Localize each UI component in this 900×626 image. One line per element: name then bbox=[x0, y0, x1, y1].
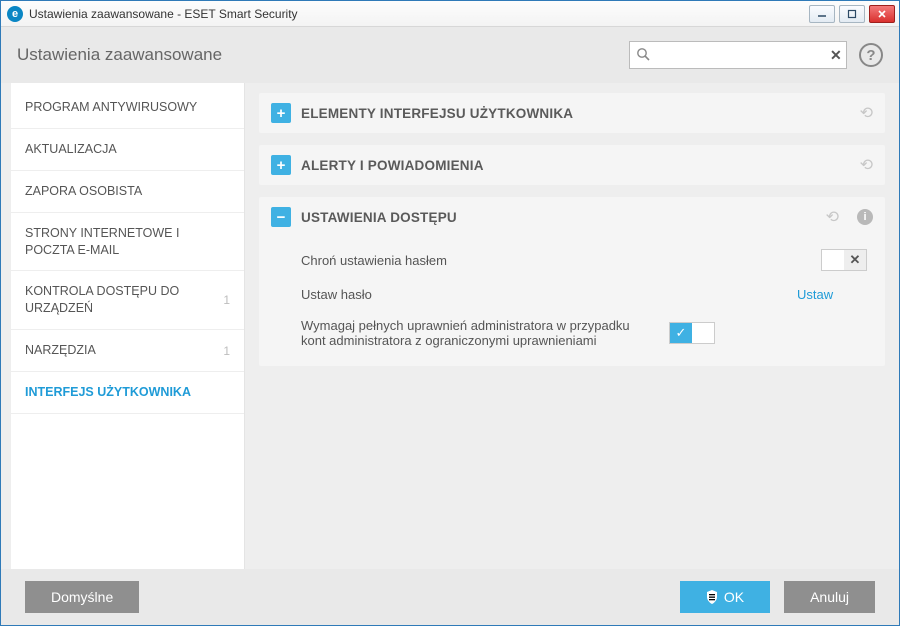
sidebar-item-label: KONTROLA DOSTĘPU DO URZĄDZEŃ bbox=[25, 284, 179, 315]
help-button[interactable]: ? bbox=[859, 43, 883, 67]
search-clear-icon[interactable]: ✕ bbox=[830, 47, 842, 64]
row-require-admin: Wymagaj pełnych uprawnień administratora… bbox=[259, 310, 885, 356]
sidebar-item-badge: 1 bbox=[223, 292, 230, 308]
app-icon: e bbox=[7, 6, 23, 22]
toggle-on-state bbox=[692, 323, 714, 343]
search-box[interactable]: ✕ bbox=[629, 41, 847, 69]
panel-access-body: Chroń ustawienia hasłem ✕ Ustaw hasło Us… bbox=[259, 237, 885, 366]
reset-icon[interactable]: ⟲ bbox=[860, 103, 873, 123]
maximize-icon bbox=[847, 9, 857, 19]
search-input[interactable] bbox=[654, 48, 830, 63]
titlebar: e Ustawienia zaawansowane - ESET Smart S… bbox=[1, 1, 899, 27]
footer: Domyślne OK Anuluj bbox=[1, 569, 899, 625]
cancel-button[interactable]: Anuluj bbox=[784, 581, 875, 613]
collapse-icon: − bbox=[271, 207, 291, 227]
toggle-require-admin[interactable]: ✓ bbox=[669, 322, 715, 344]
sidebar-item-firewall[interactable]: ZAPORA OSOBISTA bbox=[11, 171, 244, 213]
close-icon bbox=[877, 9, 887, 19]
sidebar-item-web-email[interactable]: STRONY INTERNETOWE I POCZTA E-MAIL bbox=[11, 213, 244, 272]
main: + ELEMENTY INTERFEJSU UŻYTKOWNIKA ⟲ + AL… bbox=[245, 83, 899, 569]
shield-icon bbox=[706, 590, 718, 604]
row-label: Ustaw hasło bbox=[301, 287, 783, 302]
sidebar: PROGRAM ANTYWIRUSOWY AKTUALIZACJA ZAPORA… bbox=[11, 83, 245, 569]
toggle-check-icon: ✓ bbox=[670, 323, 692, 343]
expand-icon: + bbox=[271, 155, 291, 175]
row-label: Chroń ustawienia hasłem bbox=[301, 253, 783, 268]
window-buttons bbox=[809, 5, 895, 23]
minimize-icon bbox=[817, 10, 827, 18]
body: PROGRAM ANTYWIRUSOWY AKTUALIZACJA ZAPORA… bbox=[1, 83, 899, 569]
sidebar-item-device-control[interactable]: KONTROLA DOSTĘPU DO URZĄDZEŃ 1 bbox=[11, 271, 244, 330]
close-button[interactable] bbox=[869, 5, 895, 23]
ok-button[interactable]: OK bbox=[680, 581, 770, 613]
maximize-button[interactable] bbox=[839, 5, 865, 23]
panel-title: ALERTY I POWIADOMIENIA bbox=[301, 158, 850, 173]
link-set-password[interactable]: Ustaw bbox=[797, 287, 833, 302]
toggle-protect-password[interactable]: ✕ bbox=[821, 249, 867, 271]
sidebar-item-label: AKTUALIZACJA bbox=[25, 142, 117, 156]
window: e Ustawienia zaawansowane - ESET Smart S… bbox=[0, 0, 900, 626]
sidebar-item-label: ZAPORA OSOBISTA bbox=[25, 184, 142, 198]
sidebar-item-tools[interactable]: NARZĘDZIA 1 bbox=[11, 330, 244, 372]
panel-ui-elements-header[interactable]: + ELEMENTY INTERFEJSU UŻYTKOWNIKA ⟲ bbox=[259, 93, 885, 133]
sidebar-item-label: NARZĘDZIA bbox=[25, 343, 96, 357]
minimize-button[interactable] bbox=[809, 5, 835, 23]
sidebar-item-update[interactable]: AKTUALIZACJA bbox=[11, 129, 244, 171]
row-label: Wymagaj pełnych uprawnień administratora… bbox=[301, 318, 631, 348]
search-icon bbox=[636, 47, 650, 64]
default-button-label: Domyślne bbox=[51, 589, 113, 605]
sidebar-item-antivirus[interactable]: PROGRAM ANTYWIRUSOWY bbox=[11, 87, 244, 129]
panel-access-header[interactable]: − USTAWIENIA DOSTĘPU ⟲ i bbox=[259, 197, 885, 237]
reset-icon[interactable]: ⟲ bbox=[826, 207, 839, 227]
cancel-button-label: Anuluj bbox=[810, 589, 849, 605]
panel-alerts: + ALERTY I POWIADOMIENIA ⟲ bbox=[259, 145, 885, 185]
toggle-off-state bbox=[822, 250, 844, 270]
expand-icon: + bbox=[271, 103, 291, 123]
row-set-password: Ustaw hasło Ustaw bbox=[259, 279, 885, 310]
sidebar-item-badge: 1 bbox=[223, 342, 230, 358]
page-title: Ustawienia zaawansowane bbox=[17, 45, 617, 65]
panel-title: ELEMENTY INTERFEJSU UŻYTKOWNIKA bbox=[301, 106, 850, 121]
panel-ui-elements: + ELEMENTY INTERFEJSU UŻYTKOWNIKA ⟲ bbox=[259, 93, 885, 133]
panel-access: − USTAWIENIA DOSTĘPU ⟲ i Chroń ustawieni… bbox=[259, 197, 885, 366]
reset-icon[interactable]: ⟲ bbox=[860, 155, 873, 175]
toggle-x-icon: ✕ bbox=[844, 250, 866, 270]
panel-alerts-header[interactable]: + ALERTY I POWIADOMIENIA ⟲ bbox=[259, 145, 885, 185]
ok-button-label: OK bbox=[724, 589, 744, 605]
sidebar-item-user-interface[interactable]: INTERFEJS UŻYTKOWNIKA bbox=[11, 372, 244, 414]
row-protect-password: Chroń ustawienia hasłem ✕ bbox=[259, 241, 885, 279]
header: Ustawienia zaawansowane ✕ ? bbox=[1, 27, 899, 83]
sidebar-item-label: STRONY INTERNETOWE I POCZTA E-MAIL bbox=[25, 226, 179, 257]
panel-title: USTAWIENIA DOSTĘPU bbox=[301, 210, 816, 225]
sidebar-item-label: INTERFEJS UŻYTKOWNIKA bbox=[25, 385, 191, 399]
default-button[interactable]: Domyślne bbox=[25, 581, 139, 613]
window-title: Ustawienia zaawansowane - ESET Smart Sec… bbox=[29, 7, 809, 21]
sidebar-item-label: PROGRAM ANTYWIRUSOWY bbox=[25, 100, 197, 114]
info-icon[interactable]: i bbox=[857, 209, 873, 225]
